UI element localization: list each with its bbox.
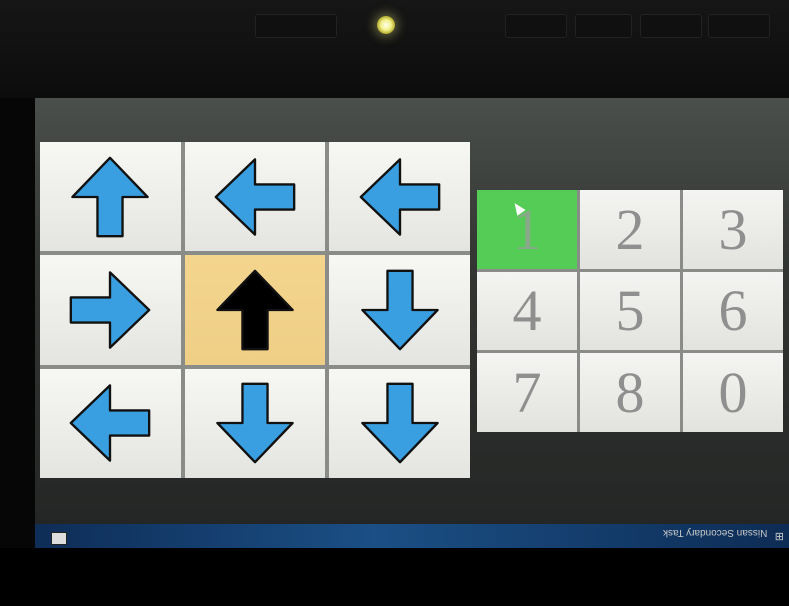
- arrow-left-icon: [214, 157, 296, 236]
- arrow-up-icon: [71, 156, 150, 237]
- arrow-cell[interactable]: [40, 142, 181, 252]
- arrow-cell[interactable]: [40, 255, 181, 365]
- number-key-label: 7: [512, 360, 542, 426]
- monitor-bezel-bottom: [0, 548, 789, 606]
- number-key[interactable]: 1: [477, 190, 577, 269]
- arrow-cell[interactable]: [40, 368, 181, 478]
- arrow-right-icon: [69, 271, 151, 349]
- bezel-vent: [708, 14, 770, 38]
- arrow-left-icon: [69, 384, 151, 463]
- arrow-cell[interactable]: [184, 368, 326, 478]
- app-screen: 12 3 4 5 6 7 8 0 Nissan Secondary Task ⊞: [35, 98, 789, 548]
- taskbar: Nissan Secondary Task ⊞: [35, 524, 789, 548]
- arrow-down-icon: [360, 382, 439, 464]
- number-key[interactable]: 2: [580, 190, 680, 269]
- number-key-label: 2: [615, 196, 645, 262]
- number-key-label: 8: [615, 360, 645, 426]
- arrow-cell[interactable]: [329, 368, 470, 478]
- bezel-vent: [505, 14, 567, 38]
- taskbar-window-button[interactable]: [51, 532, 67, 545]
- number-key[interactable]: 0: [683, 353, 783, 432]
- arrow-cell[interactable]: [184, 142, 326, 252]
- arrow-cell[interactable]: [184, 255, 326, 365]
- number-key-label: 6: [718, 278, 748, 344]
- number-key[interactable]: 4: [477, 271, 577, 351]
- number-key[interactable]: 3: [683, 190, 783, 269]
- number-key[interactable]: 8: [580, 353, 680, 432]
- number-key[interactable]: 5: [580, 271, 680, 351]
- arrow-up-icon: [216, 269, 294, 351]
- number-key-label: 5: [615, 278, 645, 344]
- number-key-label: 3: [718, 196, 748, 262]
- arrow-cell[interactable]: [329, 142, 470, 252]
- arrow-cell[interactable]: [329, 255, 470, 365]
- number-pad: 12 3 4 5 6 7 8 0: [477, 190, 783, 432]
- arrow-grid: [40, 142, 470, 478]
- monitor-bezel-top: [0, 0, 789, 98]
- bezel-vent: [255, 14, 337, 38]
- number-key[interactable]: 6: [683, 271, 783, 351]
- windows-logo-icon: ⊞: [774, 531, 784, 543]
- arrow-left-icon: [359, 157, 440, 236]
- arrow-down-icon: [216, 382, 294, 464]
- bezel-vent: [640, 14, 702, 38]
- number-key[interactable]: 7: [477, 353, 577, 432]
- power-led-icon: [377, 16, 395, 34]
- bezel-vent: [575, 14, 632, 38]
- arrow-down-icon: [360, 269, 439, 351]
- number-key-label: 0: [718, 360, 748, 426]
- taskbar-label: Nissan Secondary Task: [662, 527, 767, 538]
- number-key-label: 4: [512, 278, 542, 344]
